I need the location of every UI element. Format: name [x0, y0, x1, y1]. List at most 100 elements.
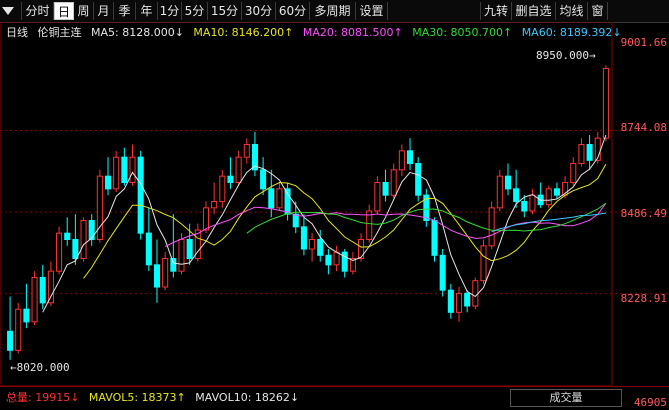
- candle-up: [219, 175, 226, 203]
- remove-watchlist-button[interactable]: 删自选: [512, 2, 556, 20]
- tab-1min[interactable]: 1分: [158, 2, 182, 20]
- tab-5min[interactable]: 5分: [182, 2, 208, 20]
- y-axis-label-2: 8744.08: [620, 121, 667, 134]
- candle-up: [488, 207, 495, 247]
- volume-info: 总量: 19915↓ MAVOL5: 18373↑ MAVOL10: 18262…: [6, 389, 305, 405]
- high-price-annotation: 8950.000→: [536, 49, 596, 62]
- total-volume: 总量: 19915↓: [6, 391, 80, 404]
- candle-down: [186, 239, 193, 259]
- candle-down: [431, 220, 438, 256]
- candle-down: [145, 232, 152, 266]
- candle-up: [243, 144, 250, 158]
- ma20-line: [164, 202, 607, 247]
- mavol5-value: MAVOL5: 18373↑: [88, 391, 186, 404]
- candle-down: [300, 226, 307, 250]
- window-button[interactable]: 窗: [588, 2, 608, 20]
- volume-axis-label: 46905: [633, 396, 667, 409]
- candle-down: [227, 175, 234, 184]
- candle-up: [113, 156, 120, 190]
- moving-average-button[interactable]: 均线: [556, 2, 588, 20]
- tab-15min[interactable]: 15分: [208, 2, 242, 20]
- candle-down: [406, 150, 414, 164]
- candle-up: [31, 277, 38, 323]
- candle-up: [162, 258, 169, 288]
- y-axis-label-4: 8228.91: [620, 292, 667, 305]
- candle-down: [553, 188, 560, 196]
- tab-monthly[interactable]: 月: [94, 2, 114, 20]
- candle-down: [104, 175, 112, 190]
- candle-down: [586, 144, 593, 161]
- low-price-annotation: ←8020.000: [10, 361, 70, 374]
- ma60-line: [491, 212, 606, 233]
- candle-down: [23, 308, 30, 323]
- candle-down: [325, 254, 332, 266]
- candle-down: [268, 188, 275, 209]
- candle-up: [374, 182, 381, 212]
- candle-up: [390, 169, 397, 196]
- tab-multi-period[interactable]: 多周期: [310, 2, 356, 20]
- tab-minute-chart[interactable]: 分时: [22, 2, 54, 20]
- candle-up: [56, 232, 63, 272]
- arrow-left-icon: ←: [10, 361, 17, 374]
- candle-up: [602, 68, 609, 139]
- candle-down: [504, 175, 512, 190]
- candle-down: [39, 277, 46, 304]
- triangle-down-icon: [2, 7, 14, 15]
- candle-down: [72, 239, 79, 259]
- candle-up: [129, 156, 136, 184]
- candle-down: [260, 169, 267, 190]
- candle-down: [284, 188, 291, 215]
- tab-30min[interactable]: 30分: [242, 2, 276, 20]
- candle-down: [464, 292, 471, 307]
- candle-up: [529, 194, 536, 212]
- candle-down: [317, 239, 324, 256]
- y-axis-label-3: 8486.49: [620, 207, 667, 220]
- period-toolbar: 分时 日 周 月 季 年 1分 5分 15分 30分 60分 多周期 设置 九转…: [0, 0, 669, 23]
- candle-up: [496, 175, 503, 209]
- indicator-selector[interactable]: 成交量: [510, 389, 622, 407]
- candle-down: [153, 264, 161, 288]
- candle-down: [415, 163, 422, 196]
- tab-quarterly[interactable]: 季: [114, 2, 136, 20]
- plot-frame: [0, 22, 613, 386]
- arrow-right-icon: →: [588, 49, 596, 62]
- candle-up: [211, 201, 218, 209]
- tab-daily[interactable]: 日: [54, 2, 74, 20]
- candle-down: [7, 330, 14, 351]
- candle-up: [309, 239, 316, 250]
- candle-down: [447, 289, 454, 313]
- candle-up: [202, 207, 210, 231]
- candle-up: [480, 245, 487, 282]
- candle-down: [64, 232, 71, 241]
- candle-up: [80, 220, 87, 259]
- candle-down: [439, 254, 446, 291]
- candle-up: [276, 188, 283, 209]
- candle-up: [398, 150, 405, 171]
- nine-turn-button[interactable]: 九转: [480, 2, 512, 20]
- candle-up: [570, 163, 577, 183]
- candle-down: [513, 188, 520, 202]
- candle-up: [545, 188, 552, 206]
- candle-up: [178, 239, 185, 272]
- candle-down: [121, 156, 128, 184]
- candlestick-chart[interactable]: [0, 22, 669, 409]
- settings-button[interactable]: 设置: [356, 2, 388, 20]
- candle-up: [235, 156, 242, 184]
- candle-down: [341, 251, 348, 272]
- candle-up: [455, 292, 463, 313]
- candle-up: [333, 251, 340, 266]
- candle-up: [47, 270, 54, 304]
- dropdown-menu-button[interactable]: [0, 2, 22, 20]
- candle-up: [15, 308, 22, 351]
- candle-down: [170, 258, 177, 272]
- tab-60min[interactable]: 60分: [276, 2, 310, 20]
- y-axis-label-top: 9001.66: [620, 36, 667, 49]
- tab-weekly[interactable]: 周: [74, 2, 94, 20]
- low-price-value: 8020.000: [16, 361, 70, 374]
- tab-yearly[interactable]: 年: [136, 2, 158, 20]
- high-price-value: 8950.000: [536, 49, 589, 62]
- candle-down: [137, 156, 144, 234]
- candle-up: [472, 280, 479, 307]
- candle-down: [521, 201, 528, 212]
- candlestick-svg: [0, 22, 669, 386]
